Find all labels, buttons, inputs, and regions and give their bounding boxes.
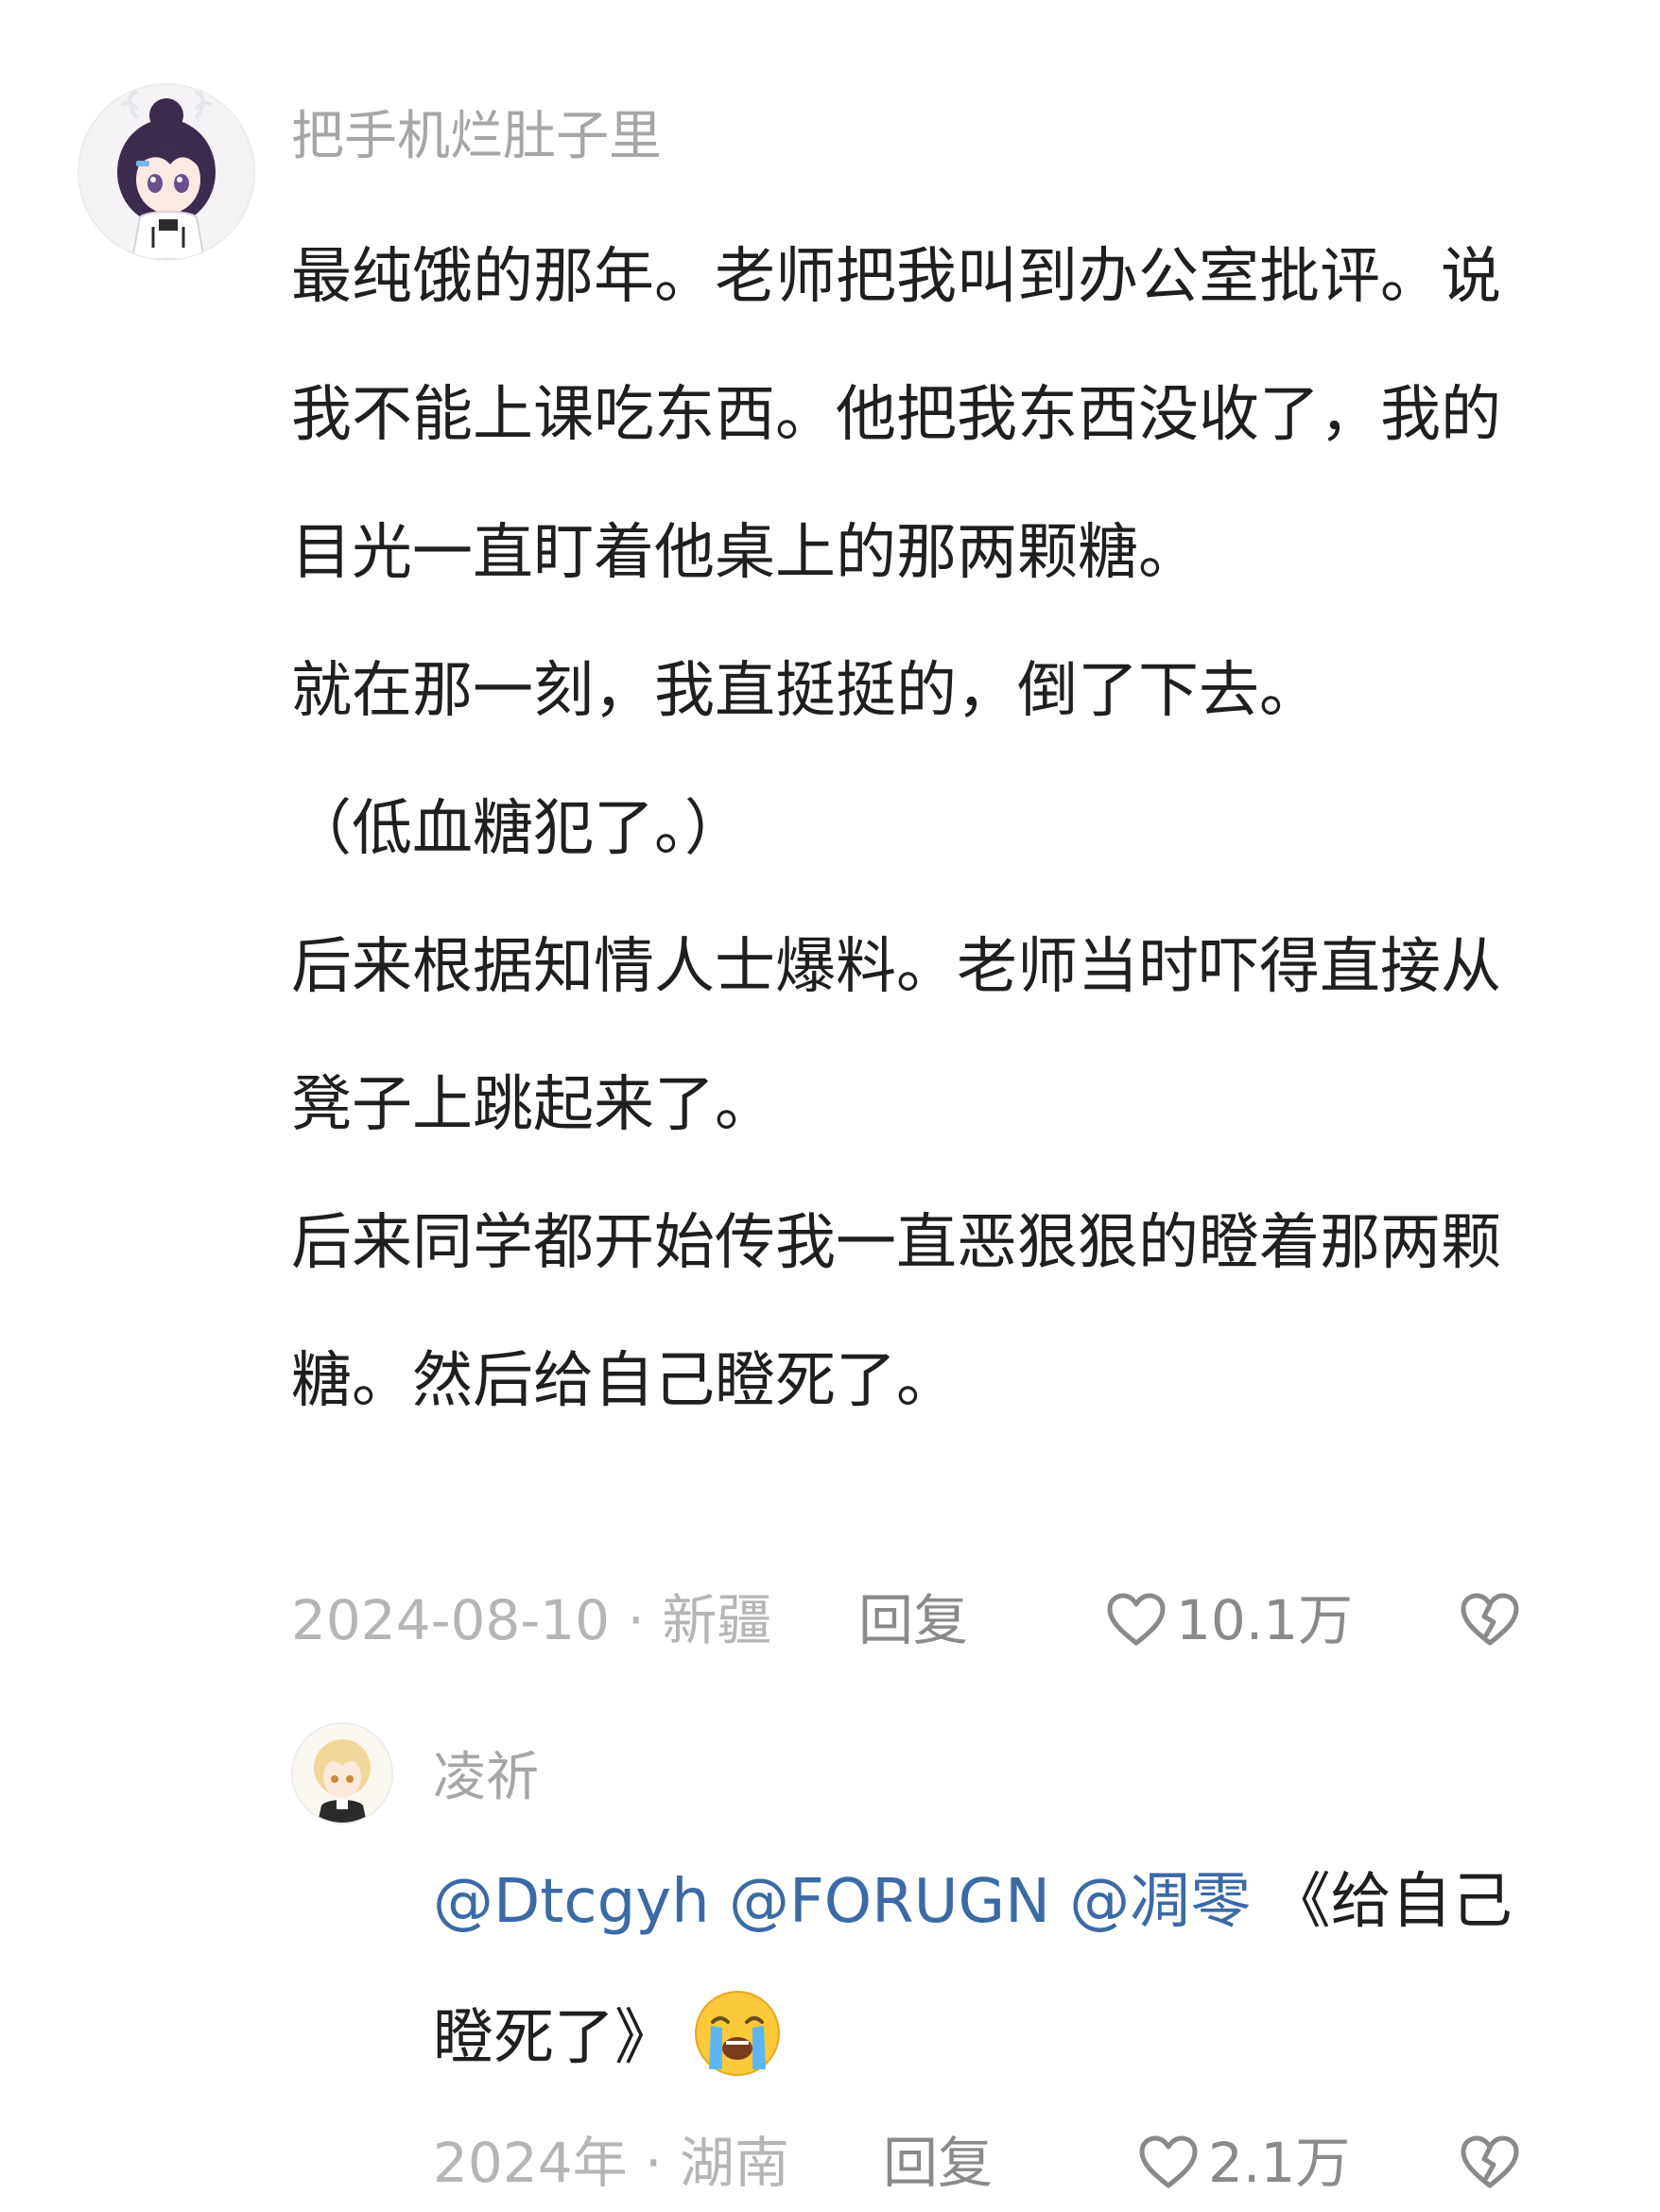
broken-heart-icon	[1461, 1593, 1519, 1646]
broken-heart-icon	[1461, 2135, 1519, 2188]
heart-outline-icon	[1139, 2135, 1198, 2188]
comment-paragraph: 后来同学都开始传我一直恶狠狠的瞪着那两颗糖。然后给自己瞪死了。	[291, 1208, 1501, 1416]
mention-link[interactable]: @Dtcgyh	[433, 1867, 710, 1937]
dislike-button[interactable]	[1452, 2127, 1528, 2199]
heart-outline-icon	[1107, 1593, 1166, 1646]
mention-link[interactable]: @凋零	[1069, 1867, 1251, 1937]
like-button[interactable]: 2.1万	[1138, 2127, 1350, 2199]
reply-body: @Dtcgyh @FORUGN @凋零 《给自己瞪死了》	[433, 1834, 1567, 2106]
reply-button[interactable]: 回复	[858, 1584, 968, 1656]
comment-paragraph: 最纯饿的那年。老师把我叫到办公室批评。说我不能上课吃东西。他把我东西没收了，我的…	[291, 242, 1501, 588]
date-location: 2024-08-10 · 新疆	[291, 1588, 772, 1652]
like-count: 2.1万	[1208, 2131, 1351, 2195]
comment-body: 最纯饿的那年。老师把我叫到办公室批评。说我不能上课吃东西。他把我东西没收了，我的…	[291, 208, 1558, 1450]
main-comment: 把手机烂肚子里 最纯饿的那年。老师把我叫到办公室批评。说我不能上课吃东西。他把我…	[0, 0, 1660, 1673]
reply-username[interactable]: 凌祈	[433, 1745, 539, 1811]
avatar-anime-girl-icon	[79, 85, 253, 259]
comment-paragraph: （低血糖犯了。）	[291, 794, 745, 864]
loudly-crying-face-icon	[695, 1991, 780, 2076]
reply-avatar[interactable]	[291, 1722, 393, 1824]
date-location: 2024年 · 湖南	[433, 2131, 789, 2195]
mention-link[interactable]: @FORUGN	[729, 1867, 1050, 1937]
avatar[interactable]	[78, 83, 255, 261]
like-button[interactable]: 10.1万	[1106, 1584, 1353, 1656]
username[interactable]: 把手机烂肚子里	[291, 104, 662, 170]
reply-meta-row: 2024年 · 湖南 回复 2.1万	[433, 2127, 1596, 2199]
reply-button[interactable]: 回复	[883, 2127, 993, 2199]
dislike-button[interactable]	[1452, 1584, 1528, 1656]
comment-paragraph: 后来根据知情人士爆料。老师当时吓得直接从凳子上跳起来了。	[291, 932, 1501, 1140]
avatar-anime-boy-icon	[293, 1724, 391, 1823]
comment-paragraph: 就在那一刻，我直挺挺的，倒了下去。	[291, 656, 1320, 726]
comment-meta-row: 2024-08-10 · 新疆 回复 10.1万	[291, 1584, 1596, 1656]
like-count: 10.1万	[1176, 1588, 1354, 1652]
